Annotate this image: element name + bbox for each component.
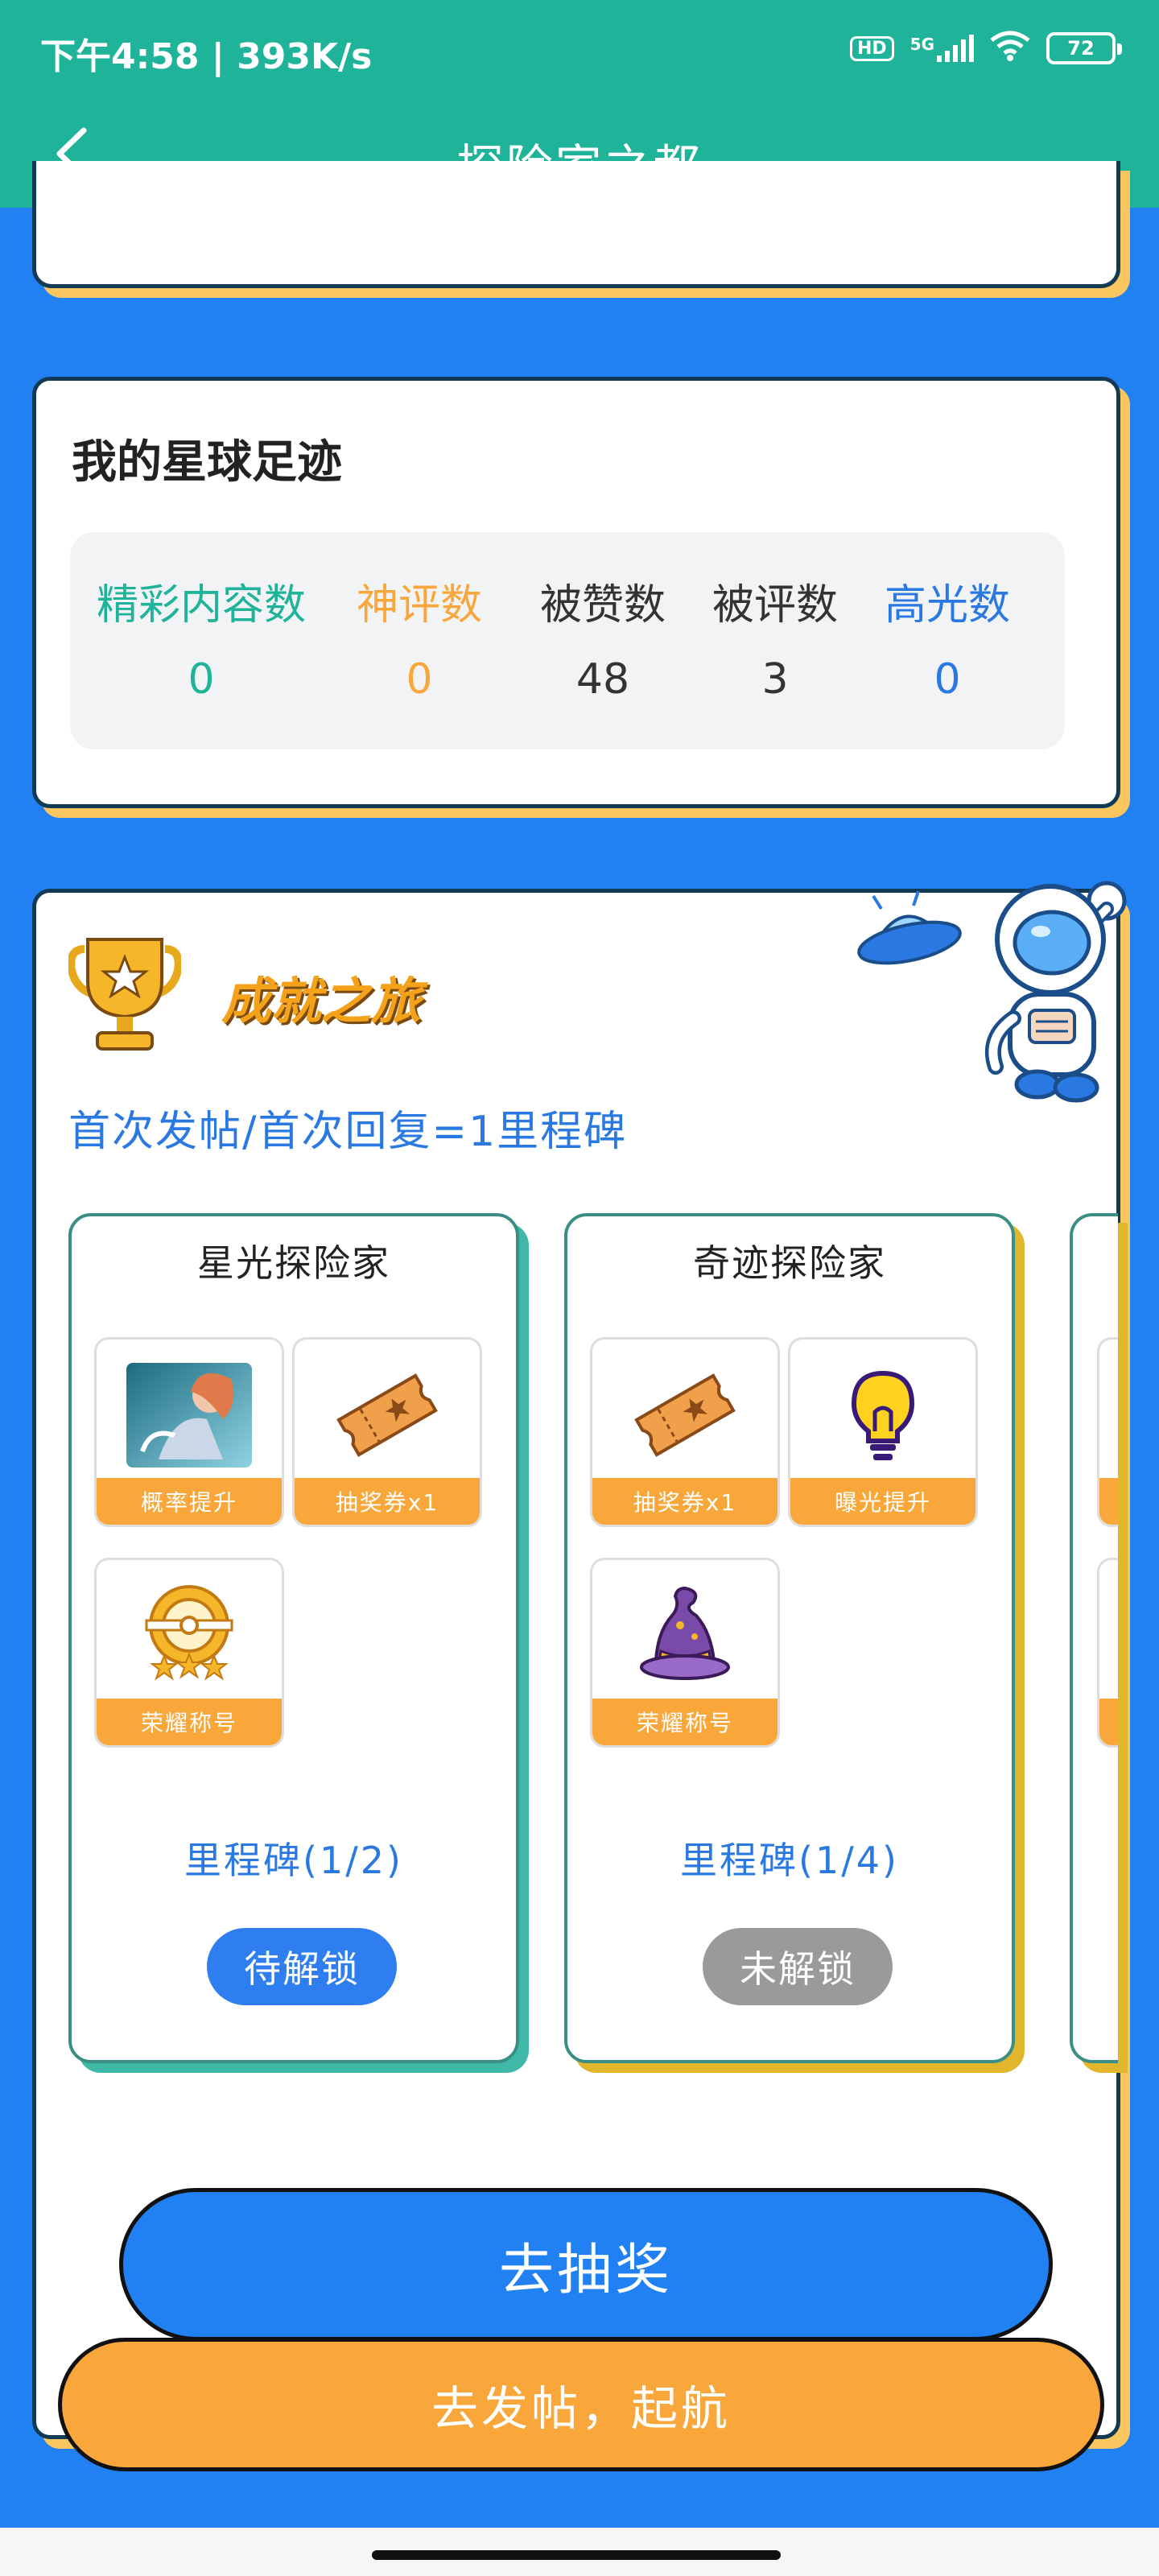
footprint-title: 我的星球足迹 (72, 436, 342, 489)
card-title: 奇迹探险家 (693, 1241, 886, 1285)
wizard-hat-icon (592, 1571, 777, 1700)
stat-highlights[interactable]: 高光数 0 (867, 571, 1028, 704)
stat-label: 被评数 (711, 581, 838, 630)
achievement-subtitle: 首次发帖/首次回复=1里程碑 (68, 1108, 628, 1156)
reward-item[interactable]: 荣耀称号 (94, 1558, 284, 1748)
reward-label: 曝光提升 (790, 1478, 975, 1525)
stat-likes-received[interactable]: 被赞数 48 (522, 571, 683, 704)
stat-label: 高光数 (884, 581, 1010, 630)
hero-portrait-icon (97, 1351, 282, 1480)
stat-label: 被赞数 (539, 581, 666, 630)
achievement-card-miracle[interactable]: 奇迹探险家 抽奖券x1 曝光提升 荣耀称号 里程碑(1/4) 未解锁 (564, 1213, 1015, 2063)
reward-item[interactable]: 曝光提升 (788, 1337, 978, 1527)
milestone-progress: 里程碑(1/4) (680, 1839, 899, 1882)
pending-unlock-button[interactable]: 待解锁 (207, 1928, 397, 2005)
status-bar: 下午4:58 | 393K/s HD 5G 72 (0, 0, 1159, 100)
reward-label: 抽奖券x1 (592, 1478, 777, 1525)
hd-badge: HD (849, 35, 894, 61)
status-icons: HD 5G 72 (849, 31, 1122, 66)
signal-icon: 5G (910, 35, 974, 62)
trophy-icon (67, 933, 183, 1057)
stat-value: 3 (761, 655, 789, 704)
go-post-button[interactable]: 去发帖，起航 (58, 2338, 1104, 2471)
stat-value: 0 (934, 655, 961, 704)
wifi-icon (990, 31, 1030, 66)
stat-label: 精彩内容数 (96, 581, 306, 630)
stat-value: 0 (406, 655, 433, 704)
lottery-ticket-icon (592, 1351, 777, 1480)
battery-level: 72 (1067, 37, 1095, 60)
milestone-progress: 里程碑(1/2) (184, 1839, 403, 1882)
go-draw-button[interactable]: 去抽奖 (119, 2188, 1053, 2341)
lottery-ticket-icon (295, 1351, 480, 1480)
achievement-title: 成就之旅 (221, 972, 422, 1030)
reward-item (1097, 1337, 1118, 1527)
stat-god-comments[interactable]: 神评数 0 (339, 571, 500, 704)
reward-label: 抽奖券x1 (295, 1478, 480, 1525)
reward-label: 荣耀称号 (97, 1699, 282, 1745)
reward-item[interactable]: 抽奖券x1 (590, 1337, 780, 1527)
astronaut-mascot-icon (978, 877, 1147, 1110)
achievement-card-next[interactable] (1070, 1213, 1118, 2063)
stat-label: 神评数 (356, 581, 482, 630)
home-indicator[interactable] (372, 2550, 781, 2560)
network-type: 5G (909, 35, 934, 54)
reward-item (1097, 1558, 1118, 1748)
ufo-icon (849, 885, 970, 981)
reward-label: 概率提升 (97, 1478, 282, 1525)
footprint-stats: 精彩内容数 0 神评数 0 被赞数 48 被评数 3 高光数 0 (70, 532, 1065, 749)
stat-featured-content[interactable]: 精彩内容数 0 (85, 571, 318, 704)
card-title: 星光探险家 (197, 1241, 390, 1285)
reward-label: 荣耀称号 (592, 1699, 777, 1745)
footprint-panel: 我的星球足迹 精彩内容数 0 神评数 0 被赞数 48 被评数 3 高光数 0 (32, 377, 1120, 808)
stat-value: 0 (188, 655, 215, 704)
previous-panel (32, 161, 1120, 288)
reward-item[interactable]: 抽奖券x1 (292, 1337, 482, 1527)
battery-icon: 72 (1046, 32, 1122, 64)
reward-item[interactable]: 概率提升 (94, 1337, 284, 1527)
stat-value: 48 (575, 655, 630, 704)
honor-medal-icon (97, 1571, 282, 1700)
reward-item[interactable]: 荣耀称号 (590, 1558, 780, 1748)
status-time: 下午4:58 | 393K/s (40, 36, 373, 77)
locked-button[interactable]: 未解锁 (703, 1928, 893, 2005)
stat-comments-received[interactable]: 被评数 3 (695, 571, 856, 704)
lightbulb-icon (790, 1351, 975, 1480)
achievement-card-starlight[interactable]: 星光探险家 概率提升 抽奖券x1 荣耀称号 里程碑(1/2) 待解锁 (68, 1213, 519, 2063)
